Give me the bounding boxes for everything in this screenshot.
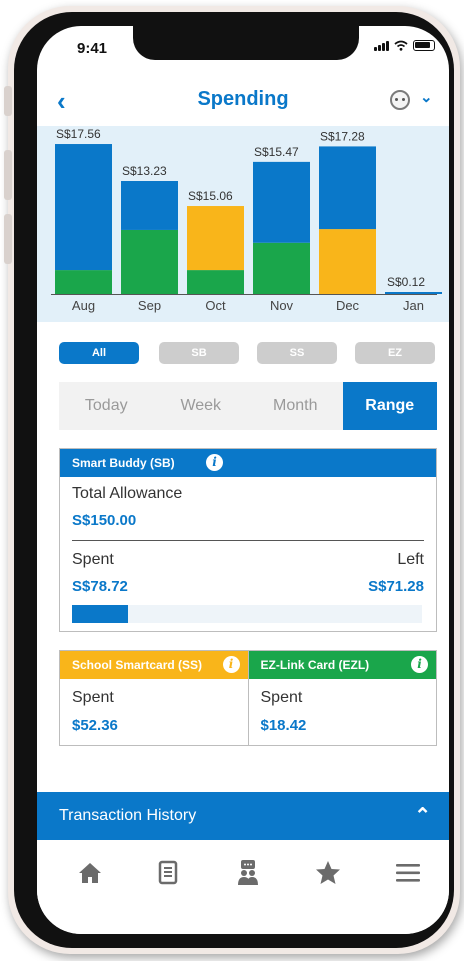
- total-allowance-value: S$150.00: [72, 512, 137, 529]
- header: ‹ Spending ⌄: [37, 84, 449, 124]
- allowance-progress-fill: [72, 605, 128, 623]
- transaction-history-bar[interactable]: Transaction History ⌃: [37, 792, 449, 840]
- ss-spent-value: $52.36: [72, 717, 118, 734]
- bar-segment: [187, 270, 244, 294]
- avatar[interactable]: [390, 90, 410, 110]
- tab-range[interactable]: Range: [342, 382, 437, 430]
- school-smartcard-header: School Smartcard (SS) i: [60, 651, 248, 679]
- ez-link-title: EZ-Link Card (EZL): [260, 658, 370, 672]
- bar-total-label: S$17.28: [320, 129, 365, 143]
- school-smartcard-card: School Smartcard (SS) i Spent $52.36: [60, 651, 248, 745]
- app-screen: 9:41 ‹ Spending ⌄ S$17.56 Aug S$13.23 Sep S$…: [37, 26, 449, 934]
- bar-segment: [253, 242, 310, 294]
- left-value: S$71.28: [368, 578, 424, 595]
- info-icon[interactable]: i: [222, 656, 240, 673]
- bar-total-label: S$0.12: [387, 275, 425, 289]
- bar-segment: [253, 161, 310, 243]
- bar-segment: [55, 144, 112, 271]
- filter-ez[interactable]: EZ: [355, 342, 435, 364]
- filter-sb[interactable]: SB: [159, 342, 239, 364]
- bar-segment: [121, 181, 178, 230]
- side-button: [4, 86, 12, 116]
- signal-icon: [374, 41, 389, 51]
- ss-spent-label: Spent: [72, 689, 114, 706]
- page-title: Spending: [197, 88, 289, 110]
- allowance-progress-bar: [72, 605, 422, 623]
- info-icon[interactable]: i: [411, 656, 428, 673]
- card-summary-row: School Smartcard (SS) i Spent $52.36 EZ-…: [59, 650, 437, 746]
- period-tabs: Today Week Month Range: [59, 382, 437, 430]
- info-icon[interactable]: i: [206, 454, 223, 471]
- menu-icon[interactable]: [393, 858, 423, 888]
- x-tick-label: Nov: [270, 298, 294, 313]
- chevron-down-icon[interactable]: ⌄: [420, 88, 433, 106]
- tab-week[interactable]: Week: [154, 382, 249, 430]
- bar-segment: [121, 229, 178, 294]
- tab-today[interactable]: Today: [59, 382, 154, 430]
- bottom-nav: [37, 840, 449, 934]
- ez-spent-value: $18.42: [260, 717, 307, 734]
- bar-segment: [55, 270, 112, 294]
- document-icon[interactable]: [153, 858, 183, 888]
- filter-ss[interactable]: SS: [257, 342, 337, 364]
- tab-month[interactable]: Month: [248, 382, 343, 430]
- x-tick-label: Sep: [138, 298, 161, 313]
- battery-icon: [413, 40, 435, 51]
- x-tick-label: Dec: [336, 298, 360, 313]
- ez-link-header: EZ-Link Card (EZL) i: [248, 651, 436, 679]
- divider: [72, 540, 424, 541]
- transaction-history-label: Transaction History: [59, 807, 197, 824]
- home-icon[interactable]: [75, 858, 105, 888]
- chevron-up-icon[interactable]: ⌃: [414, 792, 431, 840]
- ez-spent-label: Spent: [260, 689, 303, 706]
- status-time: 9:41: [77, 40, 108, 57]
- bar-segment: [319, 229, 376, 294]
- filter-all[interactable]: All: [59, 342, 139, 364]
- ez-link-card: EZ-Link Card (EZL) i Spent $18.42: [247, 651, 436, 745]
- total-allowance-label: Total Allowance: [72, 485, 183, 502]
- smart-buddy-card-header: Smart Buddy (SB) i: [60, 449, 436, 477]
- bar-total-label: S$13.23: [122, 164, 167, 178]
- status-icons: [374, 40, 435, 51]
- star-icon[interactable]: [313, 858, 343, 888]
- bar-segment: [319, 146, 376, 230]
- chat-person-icon[interactable]: [233, 858, 263, 888]
- x-tick-label: Oct: [205, 298, 226, 313]
- volume-up-button: [4, 150, 12, 200]
- smart-buddy-title: Smart Buddy (SB): [72, 456, 175, 470]
- bar-total-label: S$15.06: [188, 189, 233, 203]
- bar-total-label: S$15.47: [254, 145, 299, 159]
- smart-buddy-card: Smart Buddy (SB) i Total Allowance S$150…: [59, 448, 437, 632]
- spending-chart-svg: S$17.56 Aug S$13.23 Sep S$15.06 Oct S$15.47 Nov…: [51, 127, 442, 313]
- spending-chart: S$17.56 Aug S$13.23 Sep S$15.06 Oct S$15.47 Nov…: [37, 126, 449, 322]
- bar-segment: [385, 292, 442, 294]
- x-tick-label: Aug: [72, 298, 95, 313]
- x-tick-label: Jan: [403, 298, 424, 313]
- school-smartcard-title: School Smartcard (SS): [72, 658, 203, 672]
- bar-total-label: S$17.56: [56, 127, 101, 141]
- bar-segment: [187, 206, 244, 271]
- spent-label: Spent: [72, 551, 114, 568]
- left-label: Left: [397, 551, 424, 568]
- wifi-icon: [394, 40, 408, 51]
- notch: [133, 26, 359, 60]
- spent-value: S$78.72: [72, 578, 128, 595]
- volume-down-button: [4, 214, 12, 264]
